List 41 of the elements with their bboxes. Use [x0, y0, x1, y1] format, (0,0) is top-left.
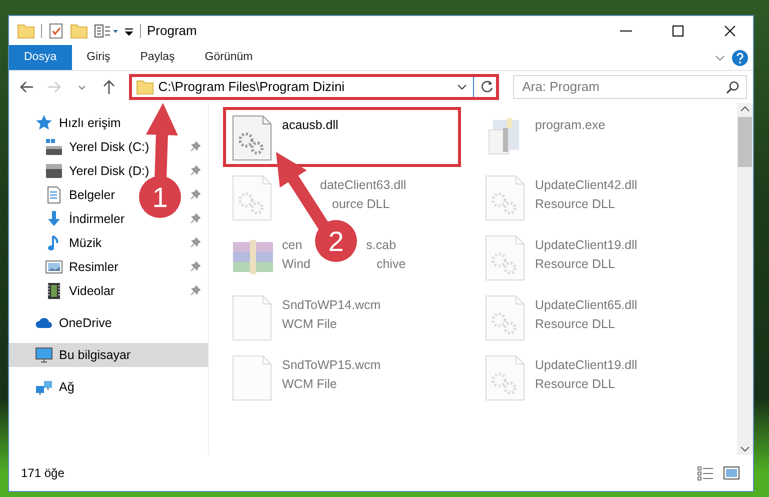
nav-item[interactable]: Videolar — [69, 284, 115, 298]
file-type: ource DLL — [332, 196, 390, 213]
file-type: Resource DLL — [535, 196, 615, 213]
nav-item[interactable]: Belgeler — [69, 188, 115, 202]
nav-item[interactable]: Bu bilgisayar — [59, 348, 131, 362]
step-marker: 2 — [315, 220, 357, 262]
item-count: 171 öğe — [21, 465, 66, 482]
file-type: Resource DLL — [535, 376, 615, 393]
file-name[interactable]: acausb.dll — [282, 116, 338, 135]
file-type: WCM File — [282, 316, 337, 333]
file-type: WCM File — [282, 376, 337, 393]
file-name[interactable]: cen — [282, 236, 302, 255]
ribbon-tab[interactable]: Dosya — [9, 45, 72, 70]
nav-item[interactable]: OneDrive — [59, 316, 112, 330]
ribbon-tab[interactable]: Görünüm — [190, 45, 268, 70]
nav-item[interactable]: İndirmeler — [69, 212, 125, 226]
file-type: Wind — [282, 256, 310, 273]
nav-item[interactable]: Yerel Disk (D:) — [69, 164, 150, 178]
nav-item[interactable]: Hızlı erişim — [59, 116, 121, 130]
nav-item[interactable]: Yerel Disk (C:) — [69, 140, 150, 154]
step-marker: 1 — [139, 176, 181, 218]
address-bar[interactable]: C:\Program Files\Program Dizini — [129, 74, 500, 100]
file-type: Resource DLL — [535, 316, 615, 333]
nav-item[interactable]: Müzik — [69, 236, 102, 250]
file-type: Resource DLL — [535, 256, 615, 273]
file-name[interactable]: dateClient63.dll — [320, 176, 406, 195]
search-field[interactable]: Ara: Program — [513, 75, 747, 99]
file-name[interactable]: program.exe — [535, 116, 606, 135]
file-name[interactable]: UpdateClient42.dll — [535, 176, 638, 195]
file-name[interactable]: SndToWP15.wcm — [282, 356, 381, 375]
ribbon-tab[interactable]: Giriş — [72, 45, 126, 70]
window-title: Program — [147, 22, 198, 40]
file-name[interactable]: UpdateClient19.dll — [535, 356, 638, 375]
file-type: chive — [376, 256, 406, 273]
file-name[interactable]: s.cab — [366, 236, 396, 255]
nav-item[interactable]: Ağ — [59, 380, 74, 394]
file-name[interactable]: SndToWP14.wcm — [282, 296, 381, 315]
ribbon-tab[interactable]: Paylaş — [125, 45, 190, 70]
nav-item[interactable]: Resimler — [69, 260, 118, 274]
file-name[interactable]: UpdateClient65.dll — [535, 296, 638, 315]
file-name[interactable]: UpdateClient19.dll — [535, 236, 638, 255]
